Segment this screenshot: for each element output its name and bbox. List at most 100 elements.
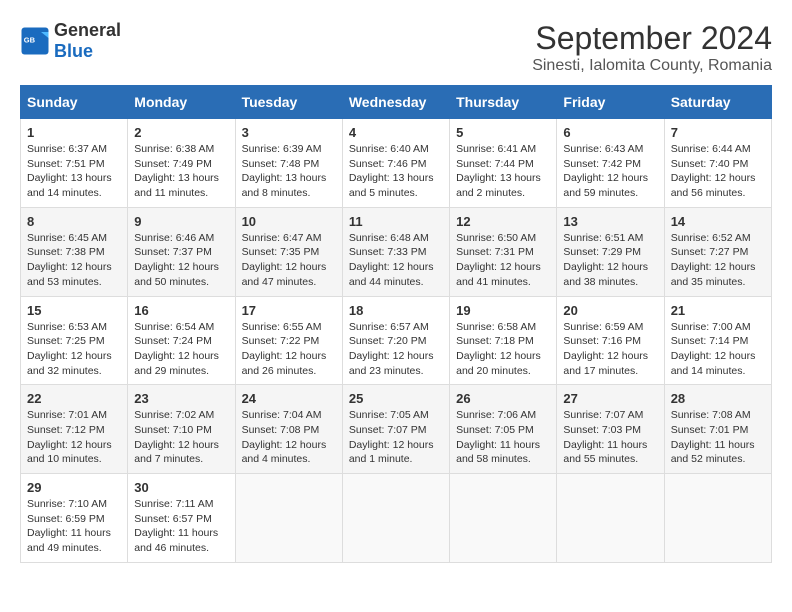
sunset-label: Sunset: 7:40 PM	[671, 158, 749, 170]
sunset-label: Sunset: 7:29 PM	[563, 246, 641, 258]
day-number: 2	[134, 125, 228, 140]
daylight-label: Daylight: 11 hours and 58 minutes.	[456, 439, 540, 466]
daylight-label: Daylight: 13 hours and 8 minutes.	[242, 172, 327, 199]
daylight-label: Daylight: 12 hours and 56 minutes.	[671, 172, 756, 199]
sunrise-label: Sunrise: 6:41 AM	[456, 143, 536, 155]
sunrise-label: Sunrise: 7:08 AM	[671, 409, 751, 421]
weekday-header-monday: Monday	[128, 86, 235, 119]
daylight-label: Daylight: 12 hours and 7 minutes.	[134, 439, 219, 466]
sunrise-label: Sunrise: 7:00 AM	[671, 321, 751, 333]
cell-content: Sunrise: 7:04 AM Sunset: 7:08 PM Dayligh…	[242, 408, 336, 467]
sunrise-label: Sunrise: 6:53 AM	[27, 321, 107, 333]
day-number: 27	[563, 391, 657, 406]
logo-text: General Blue	[54, 20, 121, 62]
weekday-header-friday: Friday	[557, 86, 664, 119]
cell-content: Sunrise: 6:40 AM Sunset: 7:46 PM Dayligh…	[349, 142, 443, 201]
week-row-5: 29 Sunrise: 7:10 AM Sunset: 6:59 PM Dayl…	[21, 474, 772, 563]
daylight-label: Daylight: 12 hours and 1 minute.	[349, 439, 434, 466]
weekday-header-row: SundayMondayTuesdayWednesdayThursdayFrid…	[21, 86, 772, 119]
day-number: 3	[242, 125, 336, 140]
day-number: 11	[349, 214, 443, 229]
cell-content: Sunrise: 7:10 AM Sunset: 6:59 PM Dayligh…	[27, 497, 121, 556]
calendar-cell: 15 Sunrise: 6:53 AM Sunset: 7:25 PM Dayl…	[21, 296, 128, 385]
calendar-cell: 9 Sunrise: 6:46 AM Sunset: 7:37 PM Dayli…	[128, 207, 235, 296]
cell-content: Sunrise: 6:52 AM Sunset: 7:27 PM Dayligh…	[671, 231, 765, 290]
calendar-cell: 3 Sunrise: 6:39 AM Sunset: 7:48 PM Dayli…	[235, 119, 342, 208]
calendar-cell: 18 Sunrise: 6:57 AM Sunset: 7:20 PM Dayl…	[342, 296, 449, 385]
day-number: 26	[456, 391, 550, 406]
daylight-label: Daylight: 12 hours and 10 minutes.	[27, 439, 112, 466]
sunset-label: Sunset: 7:10 PM	[134, 424, 212, 436]
cell-content: Sunrise: 6:51 AM Sunset: 7:29 PM Dayligh…	[563, 231, 657, 290]
sunset-label: Sunset: 7:27 PM	[671, 246, 749, 258]
sunrise-label: Sunrise: 6:37 AM	[27, 143, 107, 155]
daylight-label: Daylight: 12 hours and 59 minutes.	[563, 172, 648, 199]
sunrise-label: Sunrise: 6:58 AM	[456, 321, 536, 333]
sunset-label: Sunset: 7:03 PM	[563, 424, 641, 436]
calendar-cell: 27 Sunrise: 7:07 AM Sunset: 7:03 PM Dayl…	[557, 385, 664, 474]
calendar-cell	[450, 474, 557, 563]
cell-content: Sunrise: 6:58 AM Sunset: 7:18 PM Dayligh…	[456, 320, 550, 379]
daylight-label: Daylight: 12 hours and 26 minutes.	[242, 350, 327, 377]
sunrise-label: Sunrise: 6:45 AM	[27, 232, 107, 244]
day-number: 5	[456, 125, 550, 140]
day-number: 29	[27, 480, 121, 495]
calendar-cell: 29 Sunrise: 7:10 AM Sunset: 6:59 PM Dayl…	[21, 474, 128, 563]
sunrise-label: Sunrise: 6:43 AM	[563, 143, 643, 155]
svg-text:GB: GB	[24, 36, 36, 45]
cell-content: Sunrise: 6:44 AM Sunset: 7:40 PM Dayligh…	[671, 142, 765, 201]
cell-content: Sunrise: 6:39 AM Sunset: 7:48 PM Dayligh…	[242, 142, 336, 201]
sunrise-label: Sunrise: 7:02 AM	[134, 409, 214, 421]
cell-content: Sunrise: 7:06 AM Sunset: 7:05 PM Dayligh…	[456, 408, 550, 467]
sunset-label: Sunset: 7:12 PM	[27, 424, 105, 436]
calendar-cell: 5 Sunrise: 6:41 AM Sunset: 7:44 PM Dayli…	[450, 119, 557, 208]
calendar-cell: 14 Sunrise: 6:52 AM Sunset: 7:27 PM Dayl…	[664, 207, 771, 296]
day-number: 20	[563, 303, 657, 318]
calendar-cell: 21 Sunrise: 7:00 AM Sunset: 7:14 PM Dayl…	[664, 296, 771, 385]
daylight-label: Daylight: 12 hours and 14 minutes.	[671, 350, 756, 377]
sunrise-label: Sunrise: 6:46 AM	[134, 232, 214, 244]
calendar-cell: 6 Sunrise: 6:43 AM Sunset: 7:42 PM Dayli…	[557, 119, 664, 208]
sunset-label: Sunset: 7:38 PM	[27, 246, 105, 258]
day-number: 12	[456, 214, 550, 229]
day-number: 19	[456, 303, 550, 318]
sunrise-label: Sunrise: 6:47 AM	[242, 232, 322, 244]
day-number: 6	[563, 125, 657, 140]
day-number: 13	[563, 214, 657, 229]
day-number: 18	[349, 303, 443, 318]
day-number: 21	[671, 303, 765, 318]
day-number: 15	[27, 303, 121, 318]
page-header: GB General Blue September 2024 Sinesti, …	[20, 20, 772, 75]
day-number: 23	[134, 391, 228, 406]
calendar-cell	[664, 474, 771, 563]
cell-content: Sunrise: 6:57 AM Sunset: 7:20 PM Dayligh…	[349, 320, 443, 379]
calendar-cell: 1 Sunrise: 6:37 AM Sunset: 7:51 PM Dayli…	[21, 119, 128, 208]
calendar-cell	[235, 474, 342, 563]
cell-content: Sunrise: 7:02 AM Sunset: 7:10 PM Dayligh…	[134, 408, 228, 467]
daylight-label: Daylight: 11 hours and 49 minutes.	[27, 527, 111, 554]
day-number: 24	[242, 391, 336, 406]
cell-content: Sunrise: 6:38 AM Sunset: 7:49 PM Dayligh…	[134, 142, 228, 201]
day-number: 1	[27, 125, 121, 140]
daylight-label: Daylight: 12 hours and 41 minutes.	[456, 261, 541, 288]
cell-content: Sunrise: 7:01 AM Sunset: 7:12 PM Dayligh…	[27, 408, 121, 467]
sunset-label: Sunset: 7:44 PM	[456, 158, 534, 170]
weekday-header-tuesday: Tuesday	[235, 86, 342, 119]
daylight-label: Daylight: 12 hours and 17 minutes.	[563, 350, 648, 377]
sunset-label: Sunset: 6:59 PM	[27, 513, 105, 525]
calendar-table: SundayMondayTuesdayWednesdayThursdayFrid…	[20, 85, 772, 563]
calendar-cell: 30 Sunrise: 7:11 AM Sunset: 6:57 PM Dayl…	[128, 474, 235, 563]
day-number: 16	[134, 303, 228, 318]
sunrise-label: Sunrise: 6:48 AM	[349, 232, 429, 244]
cell-content: Sunrise: 7:11 AM Sunset: 6:57 PM Dayligh…	[134, 497, 228, 556]
sunrise-label: Sunrise: 7:07 AM	[563, 409, 643, 421]
day-number: 7	[671, 125, 765, 140]
calendar-cell: 4 Sunrise: 6:40 AM Sunset: 7:46 PM Dayli…	[342, 119, 449, 208]
cell-content: Sunrise: 6:54 AM Sunset: 7:24 PM Dayligh…	[134, 320, 228, 379]
sunrise-label: Sunrise: 7:11 AM	[134, 498, 213, 510]
daylight-label: Daylight: 12 hours and 44 minutes.	[349, 261, 434, 288]
sunrise-label: Sunrise: 6:44 AM	[671, 143, 751, 155]
daylight-label: Daylight: 13 hours and 2 minutes.	[456, 172, 541, 199]
daylight-label: Daylight: 11 hours and 55 minutes.	[563, 439, 647, 466]
sunset-label: Sunset: 7:01 PM	[671, 424, 749, 436]
